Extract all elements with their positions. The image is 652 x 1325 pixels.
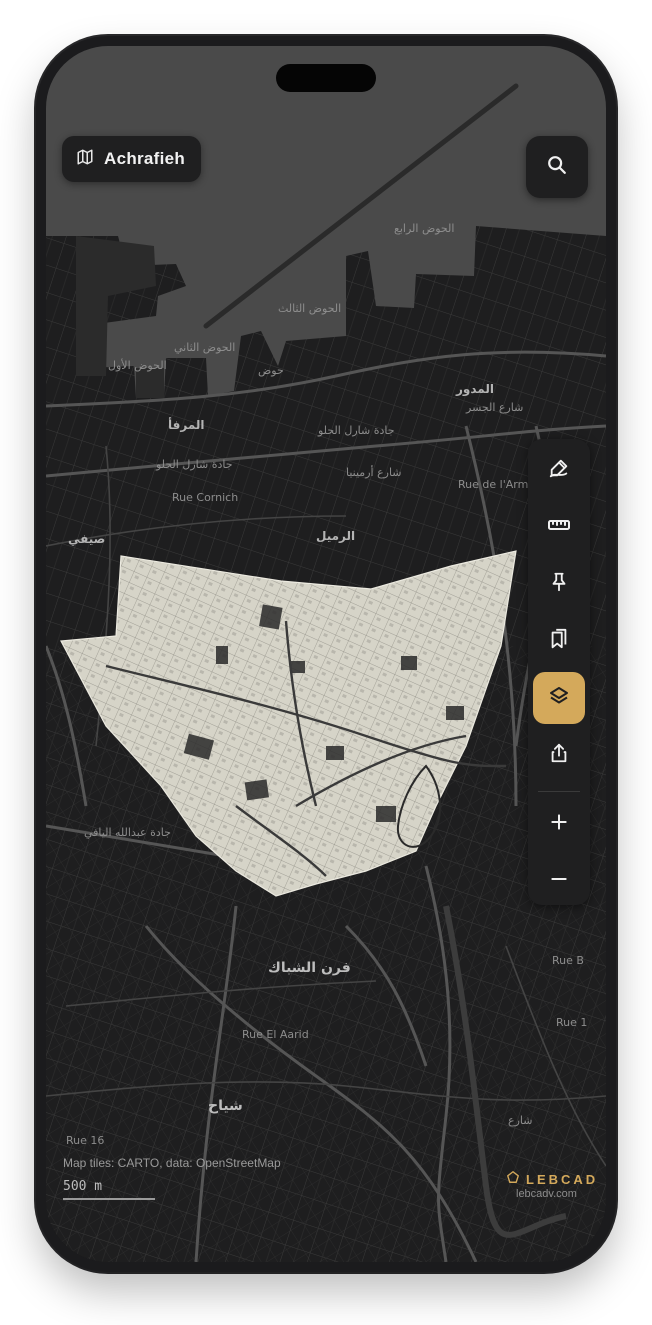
map-label-rmeil: الرميل xyxy=(316,529,356,543)
pentagon-logo-icon xyxy=(506,1170,520,1189)
camera-notch xyxy=(276,64,376,92)
scale-label: 500 m xyxy=(63,1179,103,1194)
ruler-icon xyxy=(547,513,571,542)
map-label-basin3: الحوض الثالث xyxy=(278,302,342,315)
share-icon xyxy=(548,741,570,770)
layers-button[interactable] xyxy=(533,672,585,724)
toolbar-divider xyxy=(538,791,580,792)
map-label-charles-helou-2: جادة شارل الحلو xyxy=(156,458,233,471)
location-chip-label: Achrafieh xyxy=(104,149,186,168)
draw-tool-button[interactable] xyxy=(533,444,585,496)
location-chip[interactable]: Achrafieh xyxy=(62,136,202,182)
zoom-out-button[interactable] xyxy=(533,855,585,907)
layers-icon xyxy=(547,684,571,713)
map-canvas[interactable] xyxy=(46,46,606,1262)
measure-tool-button[interactable] xyxy=(533,501,585,553)
map-label-mdawar: المدور xyxy=(456,382,494,396)
search-icon xyxy=(546,154,568,181)
map-label-basin4: الحوض الرابع xyxy=(394,222,455,235)
map-label-rue-1: Rue 1 xyxy=(556,1016,588,1029)
map-label-marfa: المرفأ xyxy=(168,418,205,432)
map-label-rue-el-aarid: Rue El Aarid xyxy=(242,1028,309,1041)
map-label-dock: حوض xyxy=(258,364,284,377)
scale-bar xyxy=(63,1198,155,1200)
plus-icon xyxy=(549,812,569,837)
map-label-sharik: شارع xyxy=(508,1114,533,1127)
share-button[interactable] xyxy=(533,729,585,781)
map-label-basin1: الحوض الأول xyxy=(108,359,167,372)
map-label-abdallah-yafi: جادة عبدالله اليافي xyxy=(84,826,171,839)
map-label-rue-cornich: Rue Cornich xyxy=(172,491,239,504)
map-label-chiyah: شياح xyxy=(208,1098,243,1114)
map-label-charles-helou: جادة شارل الحلو xyxy=(318,424,395,437)
pin-tool-button[interactable] xyxy=(533,558,585,610)
pen-draw-icon xyxy=(548,457,570,484)
brand-url[interactable]: lebcadv.com xyxy=(516,1188,577,1200)
brand-logo[interactable]: LEBCAD xyxy=(506,1170,598,1189)
bookmarks-button[interactable] xyxy=(533,615,585,667)
map-label-furn-chebbak: فرن الشباك xyxy=(268,960,351,976)
map-label-basin2: الحوض الثاني xyxy=(174,341,236,354)
map-label-jisr: شارع الجسر xyxy=(466,401,524,414)
map-label-saifi: صيفي xyxy=(68,532,106,546)
screen: الحوض الرابع الحوض الثالث الحوض الثاني ا… xyxy=(46,46,606,1262)
map-icon xyxy=(76,148,94,171)
phone-frame: الحوض الرابع الحوض الثالث الحوض الثاني ا… xyxy=(36,36,616,1272)
map-label-rue-16: Rue 16 xyxy=(66,1134,105,1147)
minus-icon xyxy=(549,869,569,894)
map-attribution[interactable]: Map tiles: CARTO, data: OpenStreetMap xyxy=(63,1156,281,1170)
search-button[interactable] xyxy=(526,136,588,198)
brand-name: LEBCAD xyxy=(526,1172,599,1187)
pushpin-icon xyxy=(548,571,570,598)
bookmarks-icon xyxy=(548,627,570,656)
map-toolbar xyxy=(528,439,590,905)
zoom-in-button[interactable] xyxy=(533,798,585,850)
map-label-armenia-ar: شارع أرمينيا xyxy=(346,466,402,479)
map-label-rue-b: Rue B xyxy=(552,954,584,967)
